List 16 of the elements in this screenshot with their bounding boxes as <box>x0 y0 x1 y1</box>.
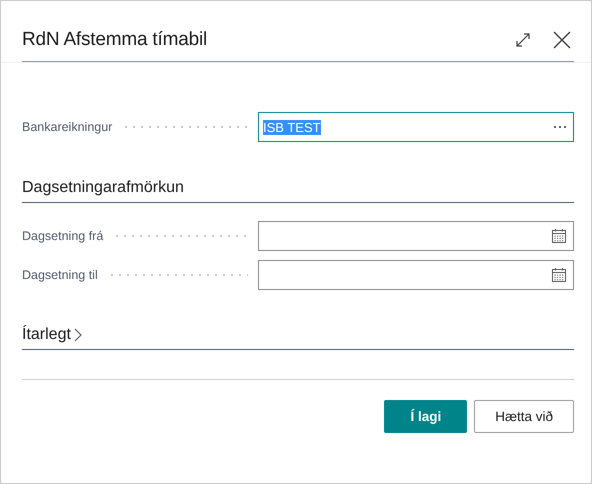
calendar-icon[interactable] <box>551 267 567 283</box>
section-title[interactable]: Ítarlegt <box>22 326 71 344</box>
window-title: RdN Afstemma tímabil <box>22 28 208 50</box>
input-field[interactable] <box>258 260 574 290</box>
chevron-right-icon[interactable] <box>74 328 82 342</box>
calendar-icon[interactable] <box>551 228 567 244</box>
field-label: Dagsetning til <box>22 268 98 282</box>
close-icon[interactable] <box>553 30 571 48</box>
input-field[interactable] <box>258 221 574 251</box>
expand-icon[interactable] <box>515 32 531 48</box>
section-title[interactable]: Dagsetningarafmörkun <box>22 179 184 197</box>
ok-button[interactable]: Í lagi <box>384 400 468 433</box>
field-label: Bankareikningur <box>22 120 112 134</box>
cancel-button[interactable]: Hætta við <box>474 400 574 433</box>
field-label: Dagsetning frá <box>22 229 104 243</box>
more-icon[interactable] <box>553 125 567 129</box>
